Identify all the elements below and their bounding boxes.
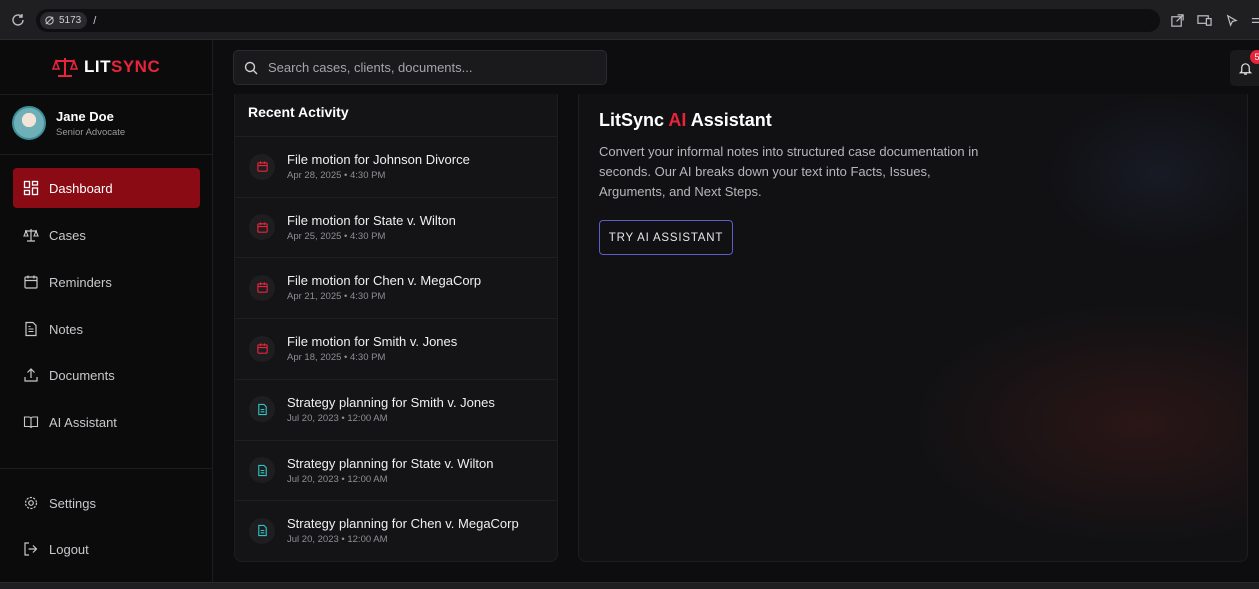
nav-label: Logout	[49, 541, 89, 557]
nav-label: Cases	[49, 227, 86, 243]
activity-item[interactable]: Strategy planning for Smith v. Jones Jul …	[235, 378, 557, 439]
calendar-icon	[249, 153, 275, 180]
nav-item-dashboard[interactable]: Dashboard	[13, 168, 200, 208]
calendar-icon	[249, 214, 275, 241]
nav-item-cases[interactable]: Cases	[13, 215, 200, 255]
notification-badge: 5	[1250, 50, 1259, 64]
user-name: Jane Doe	[56, 108, 114, 124]
try-ai-assistant-button[interactable]: TRY AI ASSISTANT	[599, 220, 733, 255]
activity-item-time: Apr 21, 2025 • 4:30 PM	[287, 291, 386, 303]
divider	[0, 468, 213, 469]
document-icon	[249, 457, 275, 483]
nav-item-reminders[interactable]: Reminders	[13, 262, 200, 302]
extension-cursor-icon[interactable]	[1224, 13, 1239, 28]
document-icon	[249, 396, 275, 423]
file-text-icon	[25, 321, 37, 337]
top-header: 5	[213, 40, 1259, 96]
divider	[0, 94, 213, 95]
reload-icon[interactable]	[10, 12, 26, 28]
activity-item-title: File motion for Johnson Divorce	[287, 152, 470, 167]
nav-label: Reminders	[49, 274, 112, 290]
user-profile[interactable]: Jane Doe Senior Advocate	[12, 106, 125, 140]
activity-item-time: Jul 20, 2023 • 12:00 AM	[287, 473, 388, 485]
activity-item-time: Jul 20, 2023 • 12:00 AM	[287, 534, 388, 546]
url-path: /	[93, 14, 97, 27]
search-box[interactable]	[233, 50, 607, 85]
nav-item-logout[interactable]: Logout	[13, 529, 200, 569]
bell-icon	[1238, 62, 1252, 75]
activity-item-time: Apr 18, 2025 • 4:30 PM	[287, 352, 386, 364]
menu-icon[interactable]	[1250, 13, 1259, 28]
nav-label: Documents	[49, 367, 115, 383]
calendar-icon	[249, 274, 275, 301]
search-icon	[244, 61, 258, 74]
site-info-chip[interactable]: 5173	[40, 12, 88, 29]
activity-item-title: Strategy planning for Chen v. MegaCorp	[287, 516, 519, 532]
nav-item-ai-assistant[interactable]: AI Assistant	[13, 402, 200, 442]
activity-item-time: Jul 20, 2023 • 12:00 AM	[287, 412, 388, 424]
activity-item-title: File motion for Chen v. MegaCorp	[287, 273, 482, 289]
nav-item-documents[interactable]: Documents	[13, 355, 200, 395]
ai-card-title: LitSync AI Assistant	[599, 110, 772, 130]
calendar-icon	[249, 335, 275, 362]
nav-label: AI Assistant	[49, 414, 117, 430]
gear-icon	[24, 496, 38, 510]
document-icon	[249, 517, 275, 544]
brand-name: LITSYNC	[84, 57, 161, 76]
address-bar[interactable]: 5173 /	[36, 9, 1160, 32]
scales-logo-icon	[52, 58, 78, 77]
brand-logo[interactable]: LITSYNC	[52, 56, 160, 78]
ai-assistant-card: LitSync AI Assistant Convert your inform…	[578, 94, 1248, 562]
activity-item-time: Apr 25, 2025 • 4:30 PM	[287, 230, 386, 242]
grid-icon	[23, 180, 39, 196]
activity-item[interactable]: File motion for Johnson Divorce Apr 28, 2…	[235, 136, 557, 196]
upload-icon	[24, 368, 38, 382]
nav-label: Dashboard	[49, 180, 113, 196]
book-open-icon	[23, 416, 39, 429]
recent-activity-title: Recent Activity	[248, 104, 349, 120]
nav-label: Notes	[49, 321, 83, 337]
activity-item[interactable]: File motion for Chen v. MegaCorp Apr 21, …	[235, 257, 557, 317]
nav-item-settings[interactable]: Settings	[13, 483, 200, 523]
activity-item-title: File motion for State v. Wilton	[287, 212, 456, 228]
connection-icon	[45, 16, 54, 25]
logout-icon	[24, 542, 38, 556]
activity-item-title: File motion for Smith v. Jones	[287, 334, 458, 350]
taskbar-strip	[0, 582, 1259, 589]
cast-icon[interactable]	[1197, 13, 1212, 28]
ai-card-description: Convert your informal notes into structu…	[599, 144, 979, 199]
activity-item[interactable]: Strategy planning for State v. Wilton Jul…	[235, 439, 557, 500]
sidebar: LITSYNC Jane Doe Senior Advocate Dashboa…	[0, 40, 213, 589]
activity-item-title: Strategy planning for State v. Wilton	[287, 455, 494, 471]
activity-item-title: Strategy planning for Smith v. Jones	[287, 394, 495, 410]
avatar	[12, 106, 46, 140]
calendar-icon	[24, 275, 38, 289]
divider	[0, 154, 213, 155]
activity-item[interactable]: Strategy planning for Chen v. MegaCorp Ju…	[235, 500, 557, 560]
nav-item-notes[interactable]: Notes	[13, 309, 200, 349]
scales-icon	[23, 229, 39, 242]
nav-label: Settings	[49, 495, 96, 511]
activity-item[interactable]: File motion for State v. Wilton Apr 25, 2…	[235, 196, 557, 257]
search-input[interactable]	[268, 60, 588, 75]
activity-item[interactable]: File motion for Smith v. Jones Apr 18, 20…	[235, 318, 557, 378]
notifications-button[interactable]: 5	[1230, 50, 1259, 86]
activity-item-time: Apr 28, 2025 • 4:30 PM	[287, 170, 386, 181]
recent-activity-panel: Recent Activity File motion for Johnson …	[234, 94, 558, 562]
url-port: 5173	[59, 15, 82, 26]
open-external-icon[interactable]	[1170, 13, 1185, 28]
browser-toolbar: 5173 /	[0, 0, 1259, 40]
user-role: Senior Advocate	[56, 126, 126, 138]
